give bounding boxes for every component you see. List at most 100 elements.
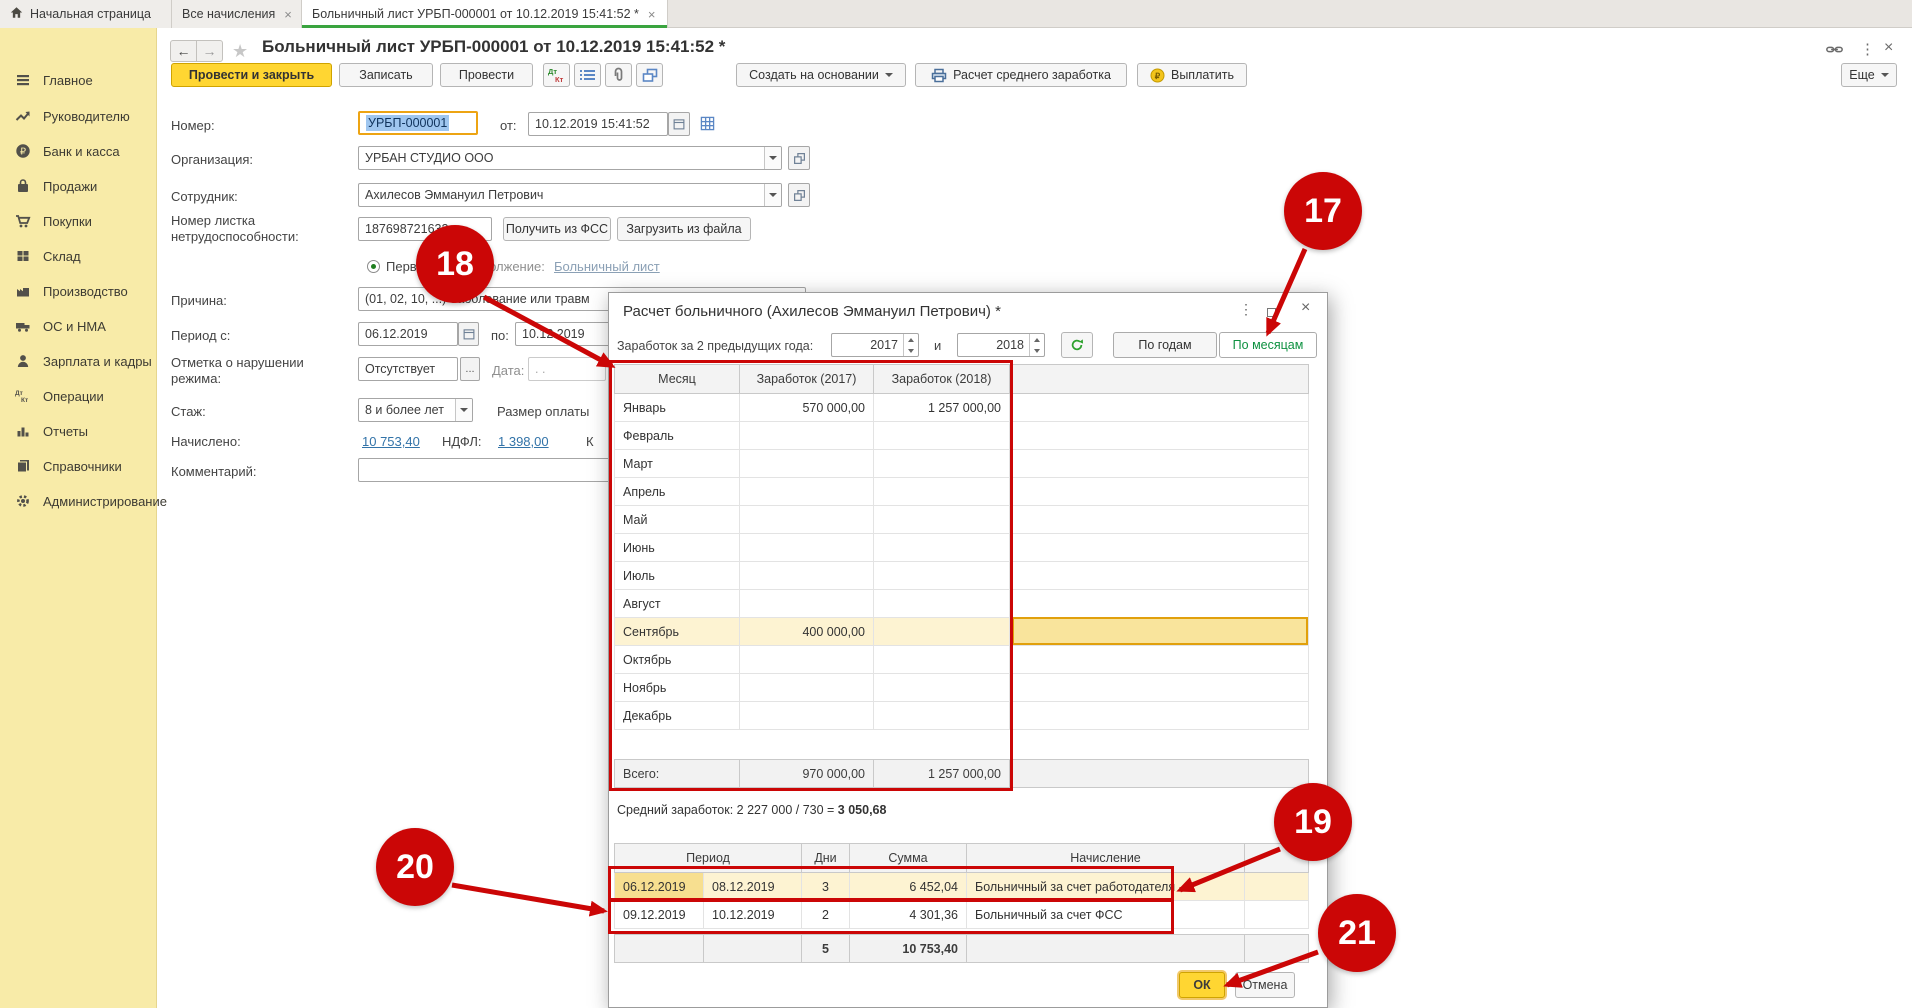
chevron-down-icon[interactable]	[455, 399, 472, 421]
payment-cell[interactable]: 4 301,36	[850, 901, 967, 929]
tab-sick-leave[interactable]: Больничный лист УРБП-000001 от 10.12.201…	[302, 0, 668, 28]
close-window-icon[interactable]: ×	[1884, 39, 1893, 57]
month-cell[interactable]	[1010, 422, 1309, 450]
sidebar-item-warehouse[interactable]: Склад	[14, 244, 81, 268]
structure-button[interactable]	[636, 63, 663, 87]
sidebar-item-operations[interactable]: ДтКтОперации	[14, 384, 104, 408]
chevron-down-icon[interactable]	[764, 147, 781, 169]
tab-home[interactable]: Начальная страница	[0, 0, 172, 28]
more-button[interactable]: Еще	[1841, 63, 1897, 87]
payment-cell[interactable]: 10.12.2019	[704, 901, 802, 929]
month-cell[interactable]	[740, 674, 874, 702]
sidebar-item-salary[interactable]: Зарплата и кадры	[14, 349, 152, 373]
maximize-icon[interactable]	[1267, 304, 1276, 320]
violation-more-button[interactable]: ...	[460, 357, 480, 381]
create-based-on-button[interactable]: Создать на основании	[736, 63, 906, 87]
sidebar-item-assets[interactable]: ОС и НМА	[14, 314, 106, 338]
more-menu-icon[interactable]: ⋮	[1860, 40, 1875, 58]
month-cell[interactable]	[1010, 394, 1309, 422]
month-cell[interactable]: Апрель	[615, 478, 740, 506]
month-cell[interactable]: Август	[615, 590, 740, 618]
timesheet-grid-icon[interactable]	[700, 116, 715, 134]
column-header[interactable]: Сумма	[850, 844, 967, 873]
month-cell[interactable]	[1010, 646, 1309, 674]
month-cell[interactable]	[740, 562, 874, 590]
selected-cell[interactable]	[1012, 617, 1308, 645]
get-from-fss-button[interactable]: Получить из ФСС	[503, 217, 611, 241]
spinner-arrows[interactable]	[903, 334, 918, 356]
column-header[interactable]: Дни	[802, 844, 850, 873]
month-cell[interactable]: Декабрь	[615, 702, 740, 730]
column-header[interactable]: Период	[615, 844, 802, 873]
calendar-icon[interactable]	[458, 322, 479, 346]
month-cell[interactable]: 400 000,00	[740, 618, 874, 646]
tab-accruals[interactable]: Все начисления ×	[172, 0, 302, 28]
year1-spinner[interactable]: 2017	[831, 333, 919, 357]
payment-cell[interactable]	[1245, 873, 1309, 901]
month-cell[interactable]	[874, 646, 1010, 674]
month-cell[interactable]	[740, 590, 874, 618]
close-icon[interactable]: ×	[284, 7, 292, 22]
month-cell[interactable]: Январь	[615, 394, 740, 422]
month-cell[interactable]	[874, 562, 1010, 590]
number-input[interactable]: УРБП-000001	[358, 111, 478, 135]
month-cell[interactable]: 570 000,00	[740, 394, 874, 422]
month-cell[interactable]	[740, 702, 874, 730]
sidebar-item-reports[interactable]: Отчеты	[14, 419, 88, 443]
sidebar-item-administration[interactable]: Администрирование	[14, 489, 167, 513]
month-cell[interactable]	[874, 534, 1010, 562]
month-cell[interactable]	[874, 478, 1010, 506]
sidebar-item-production[interactable]: Производство	[14, 279, 128, 303]
average-earnings-button[interactable]: Расчет среднего заработка	[915, 63, 1127, 87]
experience-input[interactable]: 8 и более лет	[358, 398, 473, 422]
payment-cell[interactable]: 09.12.2019	[615, 901, 704, 929]
month-cell[interactable]	[1010, 534, 1309, 562]
month-cell[interactable]: 1 257 000,00	[874, 394, 1010, 422]
month-cell[interactable]	[740, 534, 874, 562]
month-cell[interactable]: Октябрь	[615, 646, 740, 674]
payment-cell[interactable]: 08.12.2019	[704, 873, 802, 901]
month-cell[interactable]	[1010, 562, 1309, 590]
accrued-link[interactable]: 10 753,40	[362, 434, 420, 449]
refresh-button[interactable]	[1061, 332, 1093, 358]
get-link-icon[interactable]	[1826, 43, 1843, 59]
employee-input[interactable]: Ахилесов Эммануил Петрович	[358, 183, 782, 207]
month-cell[interactable]	[1010, 674, 1309, 702]
attachments-button[interactable]	[605, 63, 632, 87]
month-cell[interactable]: Май	[615, 506, 740, 534]
chevron-down-icon[interactable]	[764, 184, 781, 206]
payment-cell[interactable]: 6 452,04	[850, 873, 967, 901]
column-header[interactable]: Начисление	[967, 844, 1245, 873]
month-cell[interactable]: Ноябрь	[615, 674, 740, 702]
month-cell[interactable]	[874, 674, 1010, 702]
month-cell[interactable]	[740, 478, 874, 506]
month-cell[interactable]	[1010, 478, 1309, 506]
month-cell[interactable]: Июнь	[615, 534, 740, 562]
month-cell[interactable]	[874, 590, 1010, 618]
sidebar-item-references[interactable]: Справочники	[14, 454, 122, 478]
primary-radio[interactable]	[367, 260, 380, 273]
month-cell[interactable]: Февраль	[615, 422, 740, 450]
violation-date-input[interactable]: . .	[528, 357, 606, 381]
by-months-toggle[interactable]: По месяцам	[1219, 332, 1317, 358]
month-cell[interactable]: Сентябрь	[615, 618, 740, 646]
forward-button[interactable]: →	[196, 40, 223, 62]
ndfl-link[interactable]: 1 398,00	[498, 434, 549, 449]
payment-cell[interactable]: 06.12.2019	[615, 873, 704, 901]
month-cell[interactable]	[1010, 506, 1309, 534]
more-menu-icon[interactable]: ⋮	[1239, 301, 1253, 318]
month-cell[interactable]	[874, 618, 1010, 646]
sidebar-item-main[interactable]: Главное	[14, 68, 93, 92]
by-years-toggle[interactable]: По годам	[1113, 332, 1217, 358]
year2-spinner[interactable]: 2018	[957, 333, 1045, 357]
month-cell[interactable]	[1010, 702, 1309, 730]
load-from-file-button[interactable]: Загрузить из файла	[617, 217, 751, 241]
sidebar-item-bank[interactable]: ₽Банк и касса	[14, 139, 120, 163]
month-cell[interactable]: Июль	[615, 562, 740, 590]
payment-cell[interactable]: 3	[802, 873, 850, 901]
payment-cell[interactable]: Больничный за счет ФСС	[967, 901, 1245, 929]
column-header[interactable]: Месяц	[615, 365, 740, 394]
column-header[interactable]: Заработок (2017)	[740, 365, 874, 394]
period-from-input[interactable]: 06.12.2019	[358, 322, 458, 346]
month-cell[interactable]	[1010, 450, 1309, 478]
